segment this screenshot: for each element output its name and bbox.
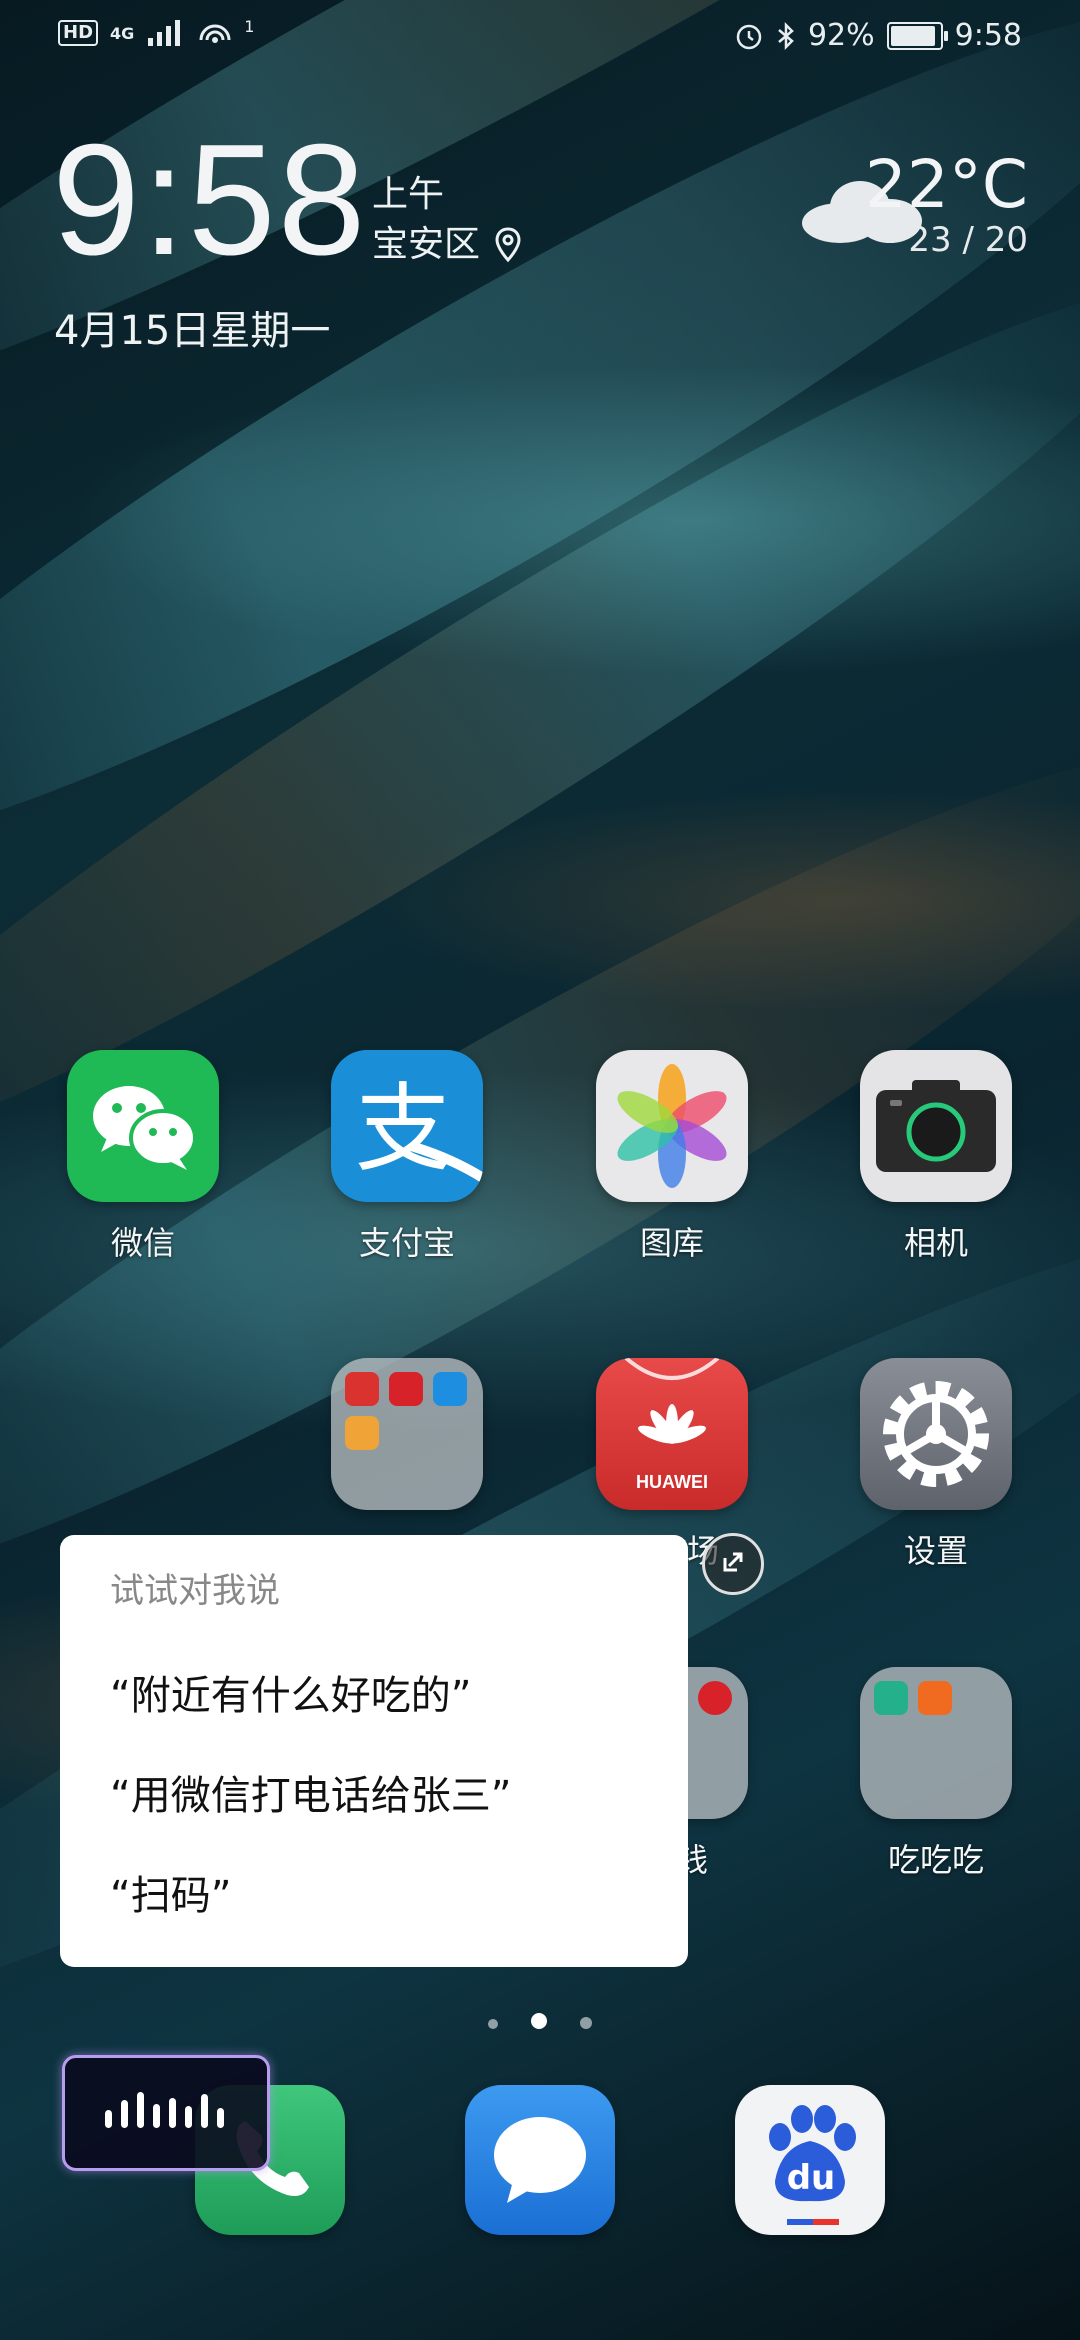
clock-ampm: 上午	[372, 174, 445, 215]
signal-icon	[148, 20, 181, 46]
hd-voice-icon: HD	[58, 20, 99, 46]
mini-app-icon	[389, 1372, 423, 1406]
camera-icon	[860, 1050, 1012, 1202]
app-label: 设置	[903, 1532, 968, 1570]
messages-icon	[465, 2085, 615, 2235]
app-label: 吃吃吃	[887, 1841, 984, 1879]
app-folder-news[interactable]	[331, 1358, 483, 1510]
app-camera[interactable]: 相机	[860, 1050, 1012, 1264]
weather-range: 23 / 20	[908, 220, 1028, 260]
status-bar: HD 4G 1 92% 9:58	[0, 0, 1080, 72]
page-dot[interactable]	[487, 2019, 498, 2029]
mini-app-icon	[345, 1372, 379, 1406]
voice-assistant-bar[interactable]	[62, 2055, 270, 2171]
hotspot-icon	[199, 24, 231, 43]
app-label: 支付宝	[358, 1224, 455, 1262]
app-label: 图库	[639, 1224, 704, 1262]
mini-app-icon	[698, 1681, 732, 1715]
huawei-wordmark: HUAWEI	[636, 1472, 708, 1492]
app-alipay[interactable]: 支 支付宝	[331, 1050, 483, 1264]
app-settings[interactable]: 设置	[860, 1358, 1012, 1572]
app-label: 微信	[110, 1224, 175, 1262]
svg-text:du: du	[787, 2158, 836, 2198]
huawei-appgallery-icon: HUAWEI	[596, 1358, 748, 1510]
voice-suggestion-card: 试试对我说 “附近有什么好吃的” “用微信打电话给张三” “扫码”	[60, 1535, 688, 1967]
alipay-icon: 支	[331, 1050, 483, 1202]
page-dot-active[interactable]	[531, 2013, 547, 2029]
clock-time: 9:58	[52, 112, 368, 288]
battery-icon	[886, 21, 948, 50]
floating-shortcut-icon[interactable]	[702, 1533, 764, 1595]
location-pin-icon	[495, 227, 521, 263]
battery-percent: 92%	[807, 18, 875, 53]
clock-location: 宝安区	[372, 224, 481, 265]
voice-suggestion[interactable]: “扫码”	[110, 1863, 231, 1921]
voice-waveform-icon	[105, 2058, 235, 2168]
mini-app-icon	[345, 1416, 379, 1450]
voice-suggestion[interactable]: “用微信打电话给张三”	[110, 1763, 511, 1821]
hotspot-count: 1	[244, 16, 255, 36]
app-baidu[interactable]: du	[735, 2085, 887, 2235]
app-messages[interactable]	[465, 2085, 617, 2235]
bluetooth-icon	[778, 21, 794, 50]
folder-icon	[331, 1358, 483, 1510]
wechat-icon	[67, 1050, 219, 1202]
page-dot[interactable]	[580, 2017, 593, 2029]
weather-temperature: 22°C	[864, 146, 1028, 223]
app-folder-eat[interactable]: 吃吃吃	[860, 1667, 1012, 1881]
alarm-icon	[736, 24, 762, 49]
status-time: 9:58	[954, 18, 1022, 53]
voice-card-title: 试试对我说	[110, 1571, 280, 1611]
voice-suggestion[interactable]: “附近有什么好吃的”	[110, 1663, 471, 1721]
weather-widget[interactable]: 22°C 23 / 20	[864, 146, 1028, 261]
svg-text:支: 支	[355, 1073, 451, 1185]
app-wechat[interactable]: 微信	[67, 1050, 219, 1264]
baidu-paw-icon: du	[735, 2085, 885, 2235]
mini-app-icon	[433, 1372, 467, 1406]
settings-gear-icon	[860, 1358, 1012, 1510]
app-label: 相机	[903, 1224, 968, 1262]
clock-date: 4月15日星期一	[54, 308, 331, 354]
gallery-icon	[596, 1050, 748, 1202]
page-indicator	[0, 2013, 1080, 2033]
mini-app-icon	[918, 1681, 952, 1715]
folder-icon	[860, 1667, 1012, 1819]
app-gallery[interactable]: 图库	[596, 1050, 748, 1264]
network-type: 4G	[110, 23, 135, 43]
clock-widget[interactable]: 9:58 上午 宝安区	[52, 112, 521, 288]
mini-app-icon	[874, 1681, 908, 1715]
